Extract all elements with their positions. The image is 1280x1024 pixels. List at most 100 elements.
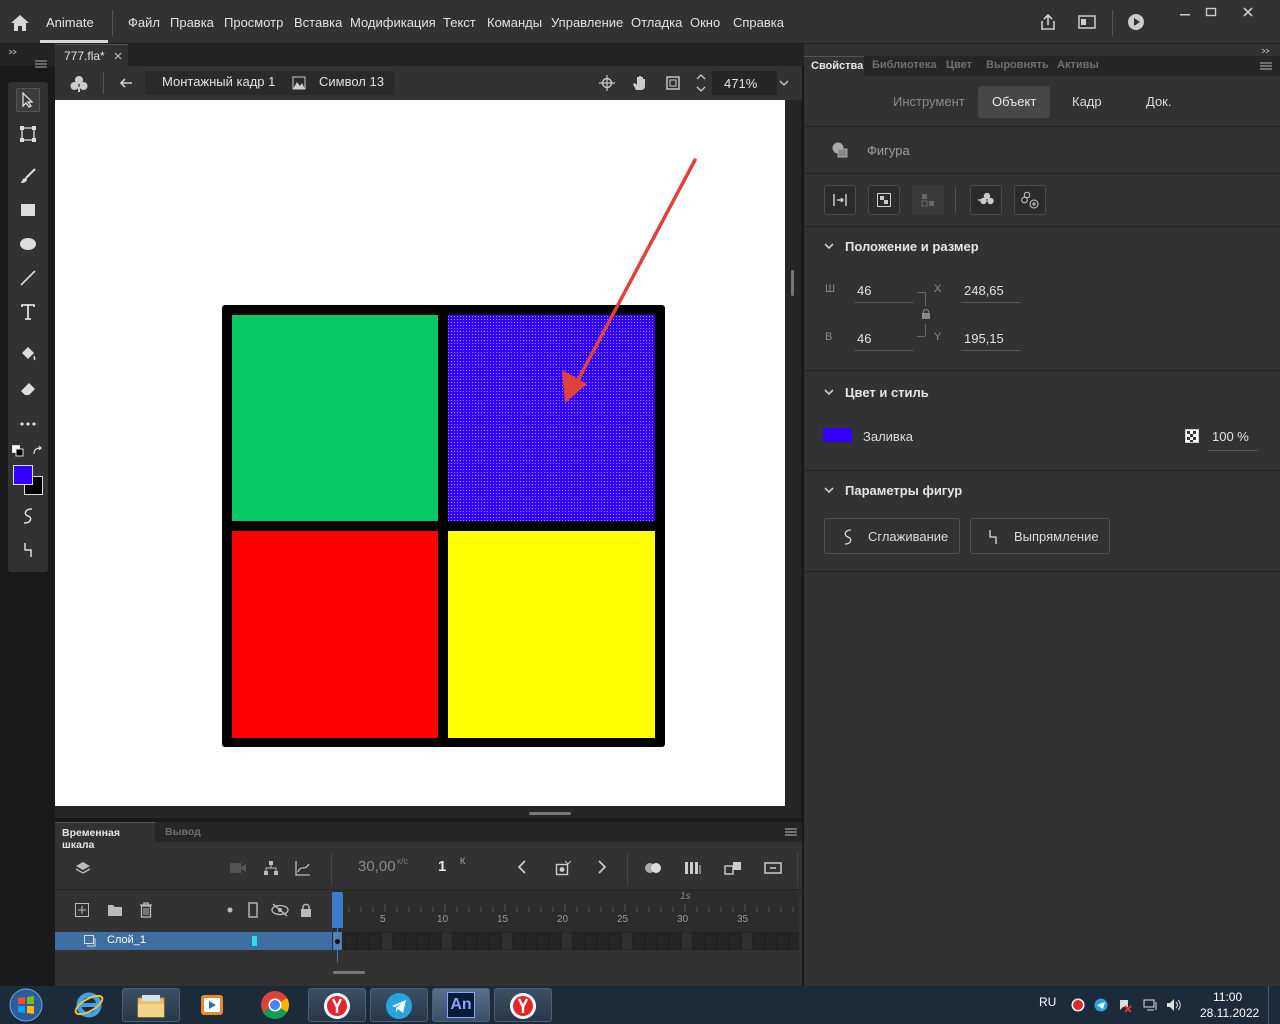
prev-keyframe-icon[interactable]: [513, 858, 531, 876]
vertical-scroll-handle[interactable]: [791, 270, 794, 296]
tab-color[interactable]: Цвет: [946, 59, 972, 71]
menu-window[interactable]: Окно: [690, 15, 720, 30]
menu-modify[interactable]: Модификация: [350, 15, 436, 30]
paint-bucket-tool-icon[interactable]: [16, 342, 40, 366]
document-tab[interactable]: 777.fla*: [55, 44, 128, 66]
menu-file[interactable]: Файл: [128, 15, 160, 30]
zoom-dropdown-icon[interactable]: [777, 76, 791, 90]
tools-panel-menu-icon[interactable]: [34, 59, 48, 69]
fps-value[interactable]: 30,00: [358, 858, 396, 875]
rectangle-tool-icon[interactable]: [16, 198, 40, 222]
explorer-taskbar-button[interactable]: [122, 988, 180, 1022]
clock-time[interactable]: 11:00: [1213, 990, 1242, 1004]
swap-colors-icon[interactable]: [30, 444, 44, 458]
fill-color-chip[interactable]: [823, 428, 852, 442]
test-movie-icon[interactable]: [1126, 12, 1146, 32]
highlight-layers-icon[interactable]: [225, 905, 235, 915]
menu-view[interactable]: Просмотр: [224, 15, 283, 30]
color-style-heading[interactable]: Цвет и стиль: [845, 385, 929, 400]
volume-icon[interactable]: [1165, 997, 1183, 1013]
free-transform-tool-icon[interactable]: [16, 122, 40, 146]
create-tween-icon[interactable]: [722, 858, 744, 878]
more-tools-icon[interactable]: [16, 416, 40, 432]
tab-align[interactable]: Выровнять: [986, 59, 1049, 71]
tab-timeline[interactable]: Временная шкала: [55, 822, 155, 851]
layer-frames[interactable]: [333, 932, 799, 950]
collapse-tools-icon[interactable]: [6, 47, 20, 57]
selection-tool-icon[interactable]: [16, 88, 40, 112]
tab-assets[interactable]: Активы: [1057, 59, 1099, 71]
convert-to-bitmap-icon[interactable]: [868, 185, 900, 215]
layer-row[interactable]: Слой_1: [55, 932, 332, 950]
breadcrumb-scene[interactable]: Монтажный кадр 1: [162, 74, 275, 89]
stage[interactable]: [55, 100, 785, 806]
lock-layers-icon[interactable]: [298, 902, 314, 918]
brush-tool-icon[interactable]: [16, 164, 40, 188]
shape-options-heading[interactable]: Параметры фигур: [845, 483, 962, 498]
current-frame-value[interactable]: 1: [438, 858, 446, 875]
y-field[interactable]: 195,15: [961, 324, 1021, 351]
add-to-library-icon[interactable]: [1014, 185, 1046, 215]
menu-insert[interactable]: Вставка: [294, 15, 342, 30]
position-size-heading[interactable]: Положение и размер: [845, 239, 979, 254]
lock-proportions-icon[interactable]: [919, 307, 933, 321]
new-folder-icon[interactable]: [105, 901, 125, 919]
yandex-taskbar-button-2[interactable]: [494, 988, 552, 1022]
network-icon[interactable]: [1141, 997, 1159, 1013]
mode-object-tab[interactable]: Объект: [978, 86, 1050, 118]
zoom-stepper-icon[interactable]: [694, 71, 708, 95]
layers-icon[interactable]: [73, 858, 93, 878]
graph-editor-icon[interactable]: [293, 858, 313, 878]
yandex-tray-icon[interactable]: [1070, 997, 1086, 1013]
horizontal-scroll-handle[interactable]: [529, 812, 571, 815]
close-icon[interactable]: [1236, 4, 1260, 20]
action-center-icon[interactable]: [1117, 997, 1133, 1013]
close-tab-icon[interactable]: [113, 51, 123, 61]
menu-commands[interactable]: Команды: [487, 15, 542, 30]
center-stage-icon[interactable]: [598, 74, 616, 92]
telegram-tray-icon[interactable]: [1093, 997, 1109, 1013]
mode-doc-tab[interactable]: Док.: [1146, 94, 1171, 109]
collapse-panel-icon[interactable]: [1259, 46, 1273, 56]
breadcrumb-symbol[interactable]: Символ 13: [319, 74, 384, 89]
default-colors-icon[interactable]: [11, 444, 25, 458]
menu-debug[interactable]: Отладка: [631, 15, 682, 30]
text-tool-icon[interactable]: [16, 300, 40, 324]
edit-symbols-icon[interactable]: [69, 74, 89, 94]
parenting-icon[interactable]: [261, 858, 281, 878]
menu-help[interactable]: Справка: [733, 15, 784, 30]
minimize-icon[interactable]: [1174, 4, 1196, 20]
clip-content-icon[interactable]: [664, 74, 682, 92]
oval-tool-icon[interactable]: [16, 232, 40, 256]
loop-playback-icon[interactable]: [762, 858, 784, 878]
shape-red[interactable]: [232, 531, 438, 738]
chevron-down-icon[interactable]: [824, 485, 834, 495]
x-field[interactable]: 248,65: [961, 276, 1021, 303]
shape-blue-selected[interactable]: [448, 315, 655, 521]
timeline-scroll-handle[interactable]: [333, 971, 365, 974]
share-icon[interactable]: [1038, 12, 1058, 32]
mode-tool-tab[interactable]: Инструмент: [893, 94, 965, 109]
line-tool-icon[interactable]: [16, 266, 40, 290]
insert-keyframe-icon[interactable]: [553, 858, 573, 878]
outline-layers-icon[interactable]: [246, 902, 260, 918]
hand-tool-icon[interactable]: [630, 73, 650, 93]
width-field[interactable]: 46: [854, 276, 914, 303]
shape-green[interactable]: [232, 315, 438, 521]
tab-properties[interactable]: Свойства: [804, 56, 864, 76]
eraser-tool-icon[interactable]: [16, 376, 40, 400]
animate-taskbar-button[interactable]: An: [432, 988, 490, 1022]
show-desktop-button[interactable]: [1268, 986, 1280, 1024]
smooth-button[interactable]: Сглаживание: [824, 518, 960, 554]
menu-control[interactable]: Управление: [551, 15, 623, 30]
fill-opacity-field[interactable]: 100 %: [1208, 422, 1258, 451]
layer-name[interactable]: Слой_1: [107, 934, 146, 946]
clock-date[interactable]: 28.11.2022: [1200, 1006, 1259, 1020]
chevron-down-icon[interactable]: [824, 241, 834, 251]
menu-text[interactable]: Текст: [443, 15, 476, 30]
layer-color-marker[interactable]: [252, 936, 257, 946]
chrome-icon[interactable]: [254, 989, 296, 1021]
edit-multiple-frames-icon[interactable]: [682, 858, 704, 878]
tab-output[interactable]: Вывод: [165, 826, 201, 838]
workspace-icon[interactable]: [1077, 13, 1097, 31]
